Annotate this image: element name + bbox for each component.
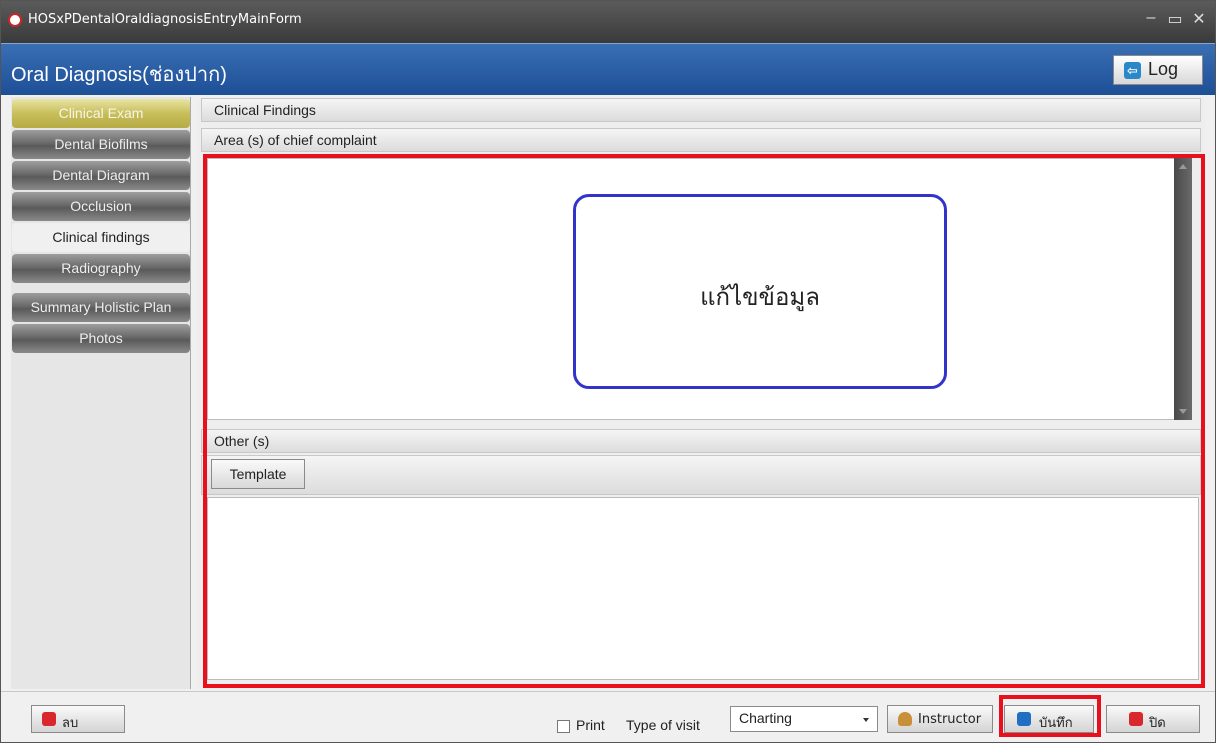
minimize-button[interactable]: – (1140, 9, 1162, 27)
sidebar-item-occlusion[interactable]: Occlusion (12, 192, 190, 221)
highlight-box-content (203, 154, 1205, 688)
page-title: Oral Diagnosis(ช่องปาก) (11, 64, 227, 86)
chief-complaint-header: Area (s) of chief complaint (201, 128, 1201, 152)
delete-button-label: ลบ (62, 716, 79, 731)
log-button-label: Log (1148, 59, 1179, 79)
close-button-label: ปิด (1149, 716, 1166, 731)
sidebar-item-photos[interactable]: Photos (12, 324, 190, 353)
type-of-visit-select[interactable]: Charting (730, 706, 878, 732)
close-button[interactable]: ปิด (1106, 705, 1200, 733)
sidebar-item-dental-diagram[interactable]: Dental Diagram (12, 161, 190, 190)
window-title: HOSxPDentalOraldiagnosisEntryMainForm (28, 12, 302, 27)
sidebar-item-dental-biofilms[interactable]: Dental Biofilms (12, 130, 190, 159)
instructor-button[interactable]: Instructor (887, 705, 993, 733)
delete-button[interactable]: ลบ (31, 705, 125, 733)
type-of-visit-value: Charting (739, 710, 792, 726)
instructor-button-label: Instructor (918, 712, 982, 727)
close-x-icon (1129, 712, 1143, 726)
log-button[interactable]: ⇦ Log (1113, 55, 1203, 85)
sidebar-item-radiography[interactable]: Radiography (12, 254, 190, 283)
logout-arrow-icon: ⇦ (1124, 62, 1141, 79)
user-icon (898, 712, 912, 726)
print-checkbox[interactable] (557, 720, 570, 733)
close-window-button[interactable]: ✕ (1188, 9, 1210, 29)
print-label: Print (576, 717, 605, 733)
sidebar-item-clinical-exam[interactable]: Clinical Exam (12, 99, 190, 128)
maximize-button[interactable]: ▭ (1164, 9, 1186, 29)
sidebar-item-summary-holistic-plan[interactable]: Summary Holistic Plan (12, 293, 190, 322)
chevron-down-icon (863, 718, 869, 722)
main-window: HOSxPDentalOraldiagnosisEntryMainForm – … (0, 0, 1216, 743)
app-logo-icon (8, 13, 22, 27)
highlight-box-save (999, 695, 1101, 737)
trash-icon (42, 712, 56, 726)
title-bar: HOSxPDentalOraldiagnosisEntryMainForm – … (1, 1, 1215, 43)
sidebar-item-clinical-findings[interactable]: Clinical findings (12, 223, 190, 252)
form-header: Oral Diagnosis(ช่องปาก) ⇦ Log (1, 43, 1215, 95)
section-title: Clinical Findings (201, 98, 1201, 122)
type-of-visit-label: Type of visit (626, 717, 700, 733)
sidebar-nav: Clinical Exam Dental Biofilms Dental Dia… (11, 97, 191, 689)
